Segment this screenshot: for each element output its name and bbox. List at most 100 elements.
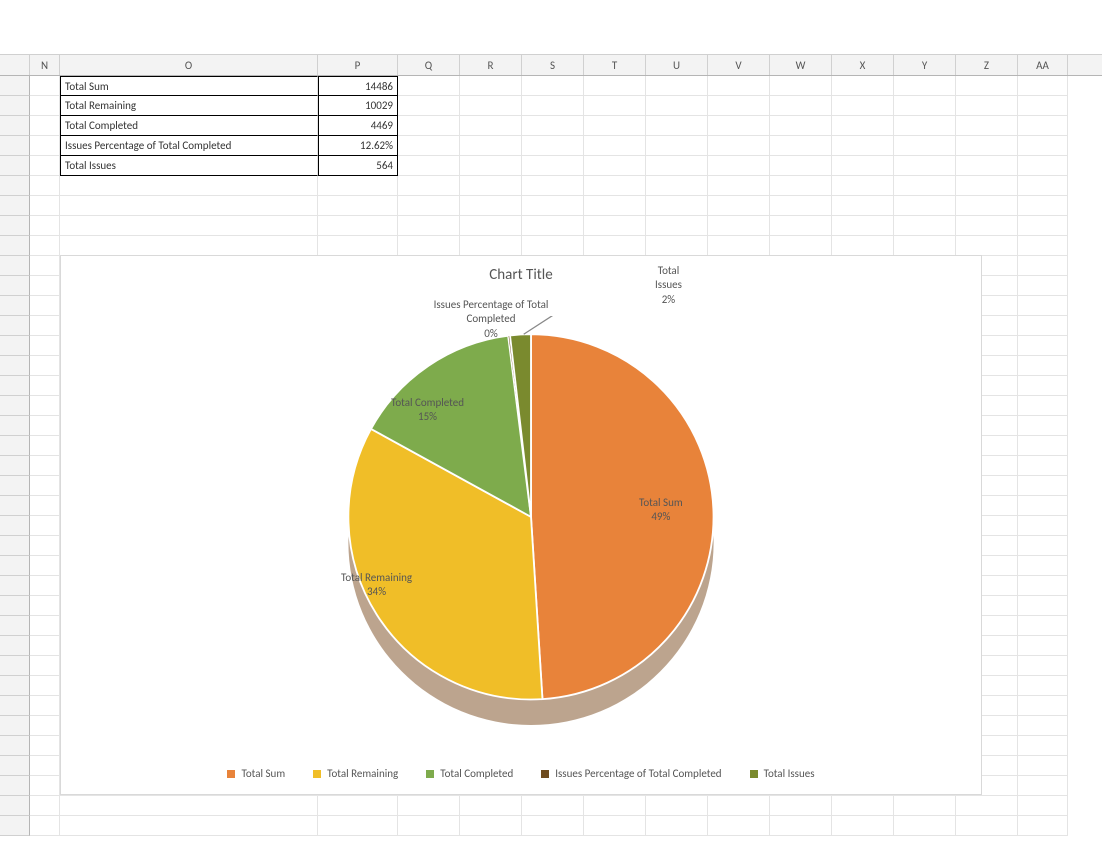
cell[interactable] bbox=[1018, 516, 1068, 536]
cell[interactable] bbox=[522, 236, 584, 256]
cell[interactable] bbox=[522, 216, 584, 236]
cell[interactable] bbox=[956, 96, 1018, 116]
cell[interactable] bbox=[60, 216, 318, 236]
cell[interactable] bbox=[1018, 256, 1068, 276]
cell[interactable] bbox=[398, 816, 460, 836]
cell[interactable] bbox=[1018, 536, 1068, 556]
cell[interactable] bbox=[894, 156, 956, 176]
cell[interactable] bbox=[1018, 316, 1068, 336]
cell[interactable] bbox=[646, 156, 708, 176]
cell[interactable] bbox=[832, 76, 894, 96]
cell[interactable] bbox=[30, 236, 60, 256]
cell[interactable] bbox=[770, 816, 832, 836]
cell[interactable] bbox=[398, 96, 460, 116]
cell[interactable] bbox=[646, 236, 708, 256]
cell[interactable] bbox=[30, 276, 60, 296]
cell[interactable] bbox=[1018, 476, 1068, 496]
cell[interactable] bbox=[708, 816, 770, 836]
cell[interactable] bbox=[646, 136, 708, 156]
cell[interactable] bbox=[460, 76, 522, 96]
cell[interactable] bbox=[832, 136, 894, 156]
cell[interactable] bbox=[1018, 176, 1068, 196]
cell[interactable] bbox=[956, 236, 1018, 256]
row-header[interactable] bbox=[0, 616, 30, 636]
cell[interactable] bbox=[832, 796, 894, 816]
cell[interactable] bbox=[460, 136, 522, 156]
cell[interactable] bbox=[894, 96, 956, 116]
cell[interactable] bbox=[1018, 756, 1068, 776]
cell[interactable] bbox=[770, 96, 832, 116]
col-header-Z[interactable]: Z bbox=[956, 55, 1018, 75]
cell[interactable] bbox=[584, 816, 646, 836]
cell[interactable] bbox=[584, 116, 646, 136]
cell[interactable] bbox=[318, 236, 398, 256]
cell[interactable] bbox=[1018, 296, 1068, 316]
col-header-R[interactable]: R bbox=[460, 55, 522, 75]
cell[interactable] bbox=[770, 216, 832, 236]
cell[interactable] bbox=[584, 96, 646, 116]
cell[interactable] bbox=[318, 796, 398, 816]
col-header-P[interactable]: P bbox=[318, 55, 398, 75]
cell[interactable] bbox=[894, 816, 956, 836]
cell[interactable] bbox=[30, 676, 60, 696]
cell[interactable] bbox=[1018, 376, 1068, 396]
cell[interactable] bbox=[1018, 396, 1068, 416]
cell[interactable] bbox=[832, 116, 894, 136]
cell[interactable] bbox=[30, 616, 60, 636]
cell[interactable] bbox=[30, 316, 60, 336]
cell[interactable] bbox=[460, 236, 522, 256]
cell[interactable] bbox=[30, 816, 60, 836]
cell[interactable] bbox=[1018, 196, 1068, 216]
cell[interactable] bbox=[1018, 76, 1068, 96]
cell[interactable] bbox=[708, 176, 770, 196]
cell[interactable] bbox=[522, 176, 584, 196]
cell[interactable] bbox=[398, 76, 460, 96]
cell[interactable] bbox=[832, 176, 894, 196]
cell[interactable] bbox=[30, 296, 60, 316]
cell[interactable] bbox=[646, 116, 708, 136]
row-header[interactable] bbox=[0, 276, 30, 296]
cell[interactable] bbox=[708, 796, 770, 816]
cell[interactable] bbox=[60, 236, 318, 256]
cell[interactable] bbox=[398, 796, 460, 816]
row-header[interactable] bbox=[0, 756, 30, 776]
cell[interactable] bbox=[30, 776, 60, 796]
col-header-X[interactable]: X bbox=[832, 55, 894, 75]
cell[interactable]: Total Completed bbox=[60, 116, 318, 136]
row-header[interactable] bbox=[0, 516, 30, 536]
cell[interactable] bbox=[956, 216, 1018, 236]
col-header-S[interactable]: S bbox=[522, 55, 584, 75]
col-header-T[interactable]: T bbox=[584, 55, 646, 75]
cell[interactable] bbox=[1018, 576, 1068, 596]
row-header[interactable] bbox=[0, 376, 30, 396]
cell[interactable] bbox=[894, 796, 956, 816]
cell[interactable] bbox=[1018, 796, 1068, 816]
cell[interactable]: 14486 bbox=[318, 76, 398, 96]
cell[interactable] bbox=[1018, 456, 1068, 476]
cell[interactable] bbox=[832, 236, 894, 256]
cell[interactable]: Issues Percentage of Total Completed bbox=[60, 136, 318, 156]
row-header[interactable] bbox=[0, 76, 30, 96]
cell[interactable] bbox=[30, 136, 60, 156]
row-header[interactable] bbox=[0, 136, 30, 156]
cell[interactable] bbox=[460, 156, 522, 176]
cell[interactable] bbox=[584, 76, 646, 96]
row-header[interactable] bbox=[0, 656, 30, 676]
chart-container[interactable]: Chart Title Total Sum49% Total Remain bbox=[60, 255, 982, 795]
col-header-V[interactable]: V bbox=[708, 55, 770, 75]
col-header-N[interactable]: N bbox=[30, 55, 60, 75]
row-header[interactable] bbox=[0, 596, 30, 616]
cell[interactable] bbox=[708, 76, 770, 96]
cell[interactable] bbox=[522, 116, 584, 136]
cell[interactable] bbox=[1018, 776, 1068, 796]
row-header[interactable] bbox=[0, 196, 30, 216]
row-header[interactable] bbox=[0, 316, 30, 336]
cell[interactable] bbox=[894, 136, 956, 156]
cell[interactable] bbox=[646, 216, 708, 236]
cell[interactable] bbox=[398, 236, 460, 256]
cell[interactable]: 564 bbox=[318, 156, 398, 176]
cell[interactable] bbox=[646, 796, 708, 816]
cell[interactable] bbox=[646, 816, 708, 836]
cell[interactable] bbox=[30, 536, 60, 556]
cell[interactable] bbox=[30, 756, 60, 776]
